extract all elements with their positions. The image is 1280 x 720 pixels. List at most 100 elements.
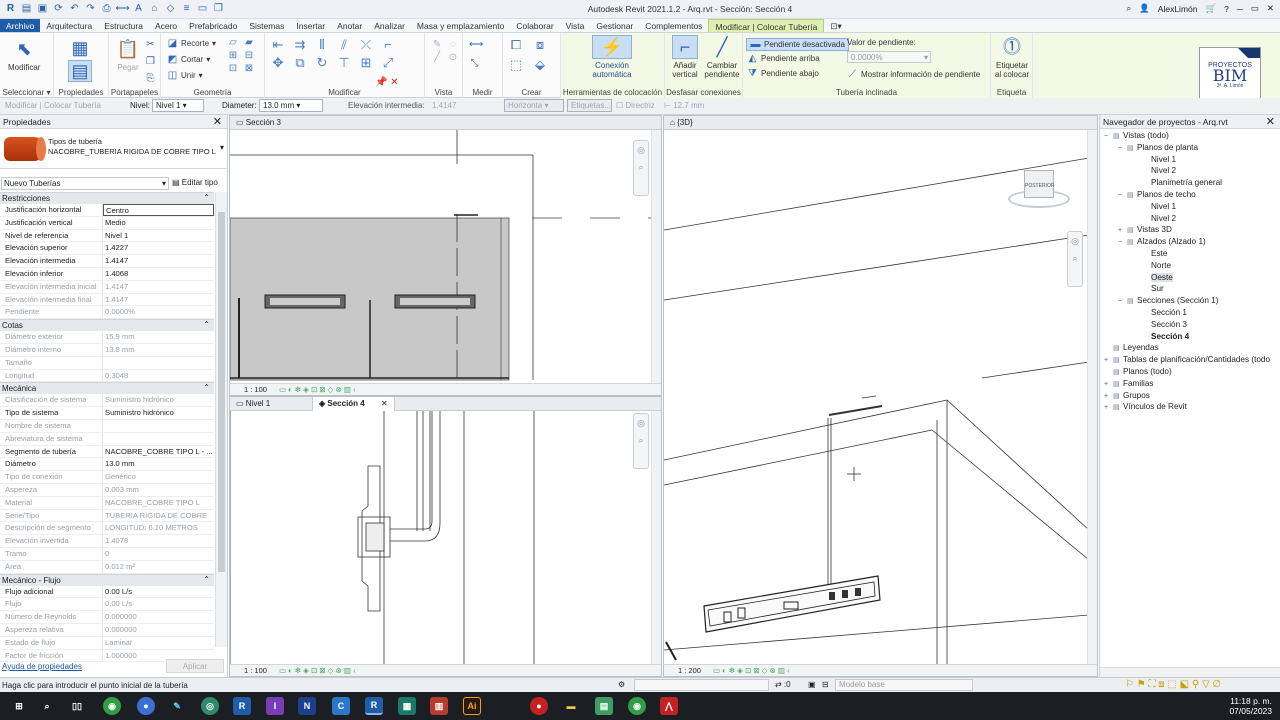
tree-node[interactable]: + ▤ Familias bbox=[1100, 378, 1280, 390]
property-value[interactable]: 13.0 mm bbox=[103, 458, 214, 470]
match-icon[interactable]: ⎘ bbox=[145, 73, 156, 84]
join-button[interactable]: ◫ Unir ▾ bbox=[167, 70, 203, 81]
help-icon[interactable]: ? bbox=[1224, 4, 1229, 14]
menu-tab[interactable]: Insertar bbox=[290, 19, 331, 32]
property-category[interactable]: Restricciones bbox=[0, 192, 214, 204]
properties-help-link[interactable]: Ayuda de propiedades bbox=[2, 662, 82, 671]
browser-hscrollbar[interactable] bbox=[1100, 667, 1280, 677]
worksharing-icon[interactable]: ⚙ bbox=[618, 680, 625, 689]
open-icon[interactable]: ▤ bbox=[20, 2, 33, 15]
app-globe-icon[interactable]: ◎ bbox=[201, 697, 219, 715]
property-row[interactable]: Abreviatura de sistema bbox=[0, 432, 214, 446]
property-row[interactable]: Justificación vertical Medio bbox=[0, 216, 214, 230]
workset-select[interactable] bbox=[634, 679, 769, 691]
align-icon[interactable]: ⇤ bbox=[271, 37, 285, 53]
tree-node[interactable]: Nivel 2 bbox=[1100, 165, 1280, 177]
property-category[interactable]: Mecánico - Flujo bbox=[0, 573, 214, 586]
property-value[interactable]: 1.4227 bbox=[103, 242, 214, 254]
create-group-icon[interactable]: ⬚ bbox=[509, 57, 523, 73]
app-feather-icon[interactable]: ✎ bbox=[168, 697, 186, 715]
acrobat-icon[interactable]: ⋀ bbox=[660, 697, 678, 715]
main-model-icon[interactable]: ⊟ bbox=[822, 680, 829, 689]
print-icon[interactable]: ⎙ bbox=[100, 2, 113, 15]
tree-node[interactable]: + ▤ Tablas de planificación/Cantidades (to… bbox=[1100, 354, 1280, 366]
dimension-icon[interactable]: ⤡ bbox=[469, 58, 480, 69]
select-dropdown[interactable]: Seleccionar ▾ bbox=[0, 88, 53, 97]
menu-tab[interactable]: Analizar bbox=[368, 19, 411, 32]
property-row[interactable]: Justificación horizontal Centro bbox=[0, 204, 214, 217]
taskbar-clock[interactable]: 11:18 p. m. 07/05/2023 bbox=[1229, 696, 1272, 716]
property-category[interactable]: Cotas bbox=[0, 319, 214, 332]
viewcube[interactable]: POSTERIOR bbox=[1006, 168, 1072, 212]
thin-lines-icon[interactable]: ≡ bbox=[180, 2, 193, 15]
property-row[interactable]: Elevación intermedia final 1.4147 bbox=[0, 293, 214, 307]
property-row[interactable]: Diámetro exterior 15.9 mm bbox=[0, 331, 214, 344]
tree-node[interactable]: Nivel 1 bbox=[1100, 154, 1280, 166]
view-scale[interactable]: 1 : 100 bbox=[244, 666, 267, 675]
scale-icon[interactable]: ⤢ bbox=[381, 55, 395, 71]
property-row[interactable]: Flujo 0.00 L/s bbox=[0, 598, 214, 612]
menu-tab[interactable]: Modificar | Colocar Tubería bbox=[708, 19, 825, 32]
design-options-icon[interactable]: ▣ bbox=[808, 680, 816, 689]
property-row[interactable]: Estado de flujo Laminar bbox=[0, 636, 214, 650]
view-scale[interactable]: 1 : 200 bbox=[678, 666, 701, 675]
tags-button[interactable]: Etiquetas... bbox=[567, 99, 612, 112]
property-row[interactable]: Serie/Tipo TUBERIA RIGIDA DE COBRE bbox=[0, 509, 214, 523]
cut-geometry-button[interactable]: ◩ Cortar ▾ bbox=[167, 54, 210, 65]
maximize-icon[interactable]: ▭ bbox=[1251, 3, 1259, 14]
array-icon[interactable]: ⊞ bbox=[359, 55, 373, 71]
switch-windows-icon[interactable]: ❐ bbox=[212, 2, 225, 15]
editing-requests[interactable]: ⇄ :0 bbox=[775, 680, 791, 689]
navigation-bar[interactable]: ◎ ⌕ bbox=[633, 140, 649, 196]
view-control-icons[interactable]: ▭ ◐ ✻ ◈ ⊡ ⊠ ◇ ⊗ ▥ ‹ bbox=[713, 666, 790, 675]
rotate-icon[interactable]: ↻ bbox=[315, 55, 329, 71]
split-icon[interactable]: ⤫ bbox=[359, 37, 373, 53]
steering-wheel-icon[interactable]: ◎ bbox=[637, 418, 645, 429]
close-icon[interactable]: ✕ bbox=[1267, 3, 1274, 14]
modify-button[interactable]: ⬉ Modificar bbox=[8, 37, 40, 73]
view-control-icons[interactable]: ▭ ◐ ✻ ◈ ⊡ ⊠ ◇ ⊗ ▥ ‹ bbox=[279, 666, 356, 675]
user-icon[interactable]: 👤 bbox=[1139, 3, 1150, 14]
revit-active-icon[interactable]: R bbox=[365, 697, 383, 715]
view-scale[interactable]: 1 : 100 bbox=[244, 385, 267, 394]
scroll-thumb[interactable] bbox=[218, 212, 225, 572]
app-blue-icon[interactable]: ● bbox=[137, 697, 155, 715]
split-face-icon[interactable]: ▱ bbox=[227, 37, 239, 48]
measure-icon[interactable]: ⟷ bbox=[115, 2, 129, 15]
level-select[interactable]: Nivel 1 ▾ bbox=[152, 99, 204, 112]
zoom-icon[interactable]: ⌕ bbox=[638, 162, 643, 173]
property-row[interactable]: Descripción de segmento LONGITUD: 6.10 ME… bbox=[0, 522, 214, 536]
auto-connect-button[interactable]: ⚡ Conexión automática bbox=[589, 35, 635, 79]
text-icon[interactable]: A bbox=[132, 2, 145, 15]
task-view-icon[interactable]: ▯▯ bbox=[68, 697, 86, 715]
tree-node[interactable]: ▤ Planos (todo) bbox=[1100, 366, 1280, 378]
property-row[interactable]: Elevación superior 1.4227 bbox=[0, 242, 214, 256]
navigation-bar[interactable]: ◎ ⌕ bbox=[633, 413, 649, 469]
bulb-icon[interactable]: ⊙ bbox=[447, 52, 459, 63]
hide-icon[interactable]: ✎ bbox=[431, 39, 443, 50]
cope-button[interactable]: ◪ Recorte ▾ bbox=[167, 38, 216, 49]
tree-node[interactable]: + ▤ Vistas 3D bbox=[1100, 224, 1280, 236]
property-row[interactable]: Tipo de sistema Suministro hidrónico bbox=[0, 407, 214, 420]
property-category[interactable]: Mecánica bbox=[0, 382, 214, 395]
tree-node[interactable]: Planimetría general bbox=[1100, 177, 1280, 189]
tab-nivel-1[interactable]: ▭ Nivel 1 bbox=[230, 397, 276, 411]
view-seccion-3[interactable]: ▭ Sección 3 ◎ ⌕ 1 : 100 ▭ ◐ ✻ ◈ ⊡ ⊠ ◇ ⊗ ▥ … bbox=[229, 115, 662, 396]
wall-join-icon[interactable]: ⊞ bbox=[227, 50, 239, 61]
tree-node[interactable]: Sur bbox=[1100, 283, 1280, 295]
minimize-icon[interactable]: ─ bbox=[1237, 4, 1243, 14]
view-scrollbar[interactable] bbox=[651, 130, 661, 385]
selection-filter-icons[interactable]: ⚐ ⚑ ⛶ ⧈ ⬚ ⬕ ⚲ ▽ ∅ bbox=[1125, 679, 1221, 690]
property-row[interactable]: Segmento de tubería NACOBRE_COBRE TIPO L … bbox=[0, 445, 214, 459]
property-value[interactable]: 0.00 L/s bbox=[103, 586, 214, 598]
slope-up-button[interactable]: ◭ Pendiente arriba bbox=[747, 53, 820, 64]
property-row[interactable]: Material NACOBRE_COBRE TIPO L bbox=[0, 496, 214, 510]
horizontal-select[interactable]: Horizonta ▾ bbox=[504, 99, 564, 112]
property-row[interactable]: Flujo adicional 0.00 L/s bbox=[0, 585, 214, 599]
section-icon[interactable]: ◇ bbox=[164, 2, 177, 15]
close-icon[interactable]: ✕ bbox=[1266, 115, 1275, 128]
menu-tab[interactable]: Arquitectura bbox=[40, 19, 98, 32]
property-row[interactable]: Aspereza 0.003 mm bbox=[0, 483, 214, 497]
3d-view-icon[interactable]: ⌂ bbox=[148, 2, 161, 15]
expand-icon[interactable]: + bbox=[1104, 402, 1113, 414]
